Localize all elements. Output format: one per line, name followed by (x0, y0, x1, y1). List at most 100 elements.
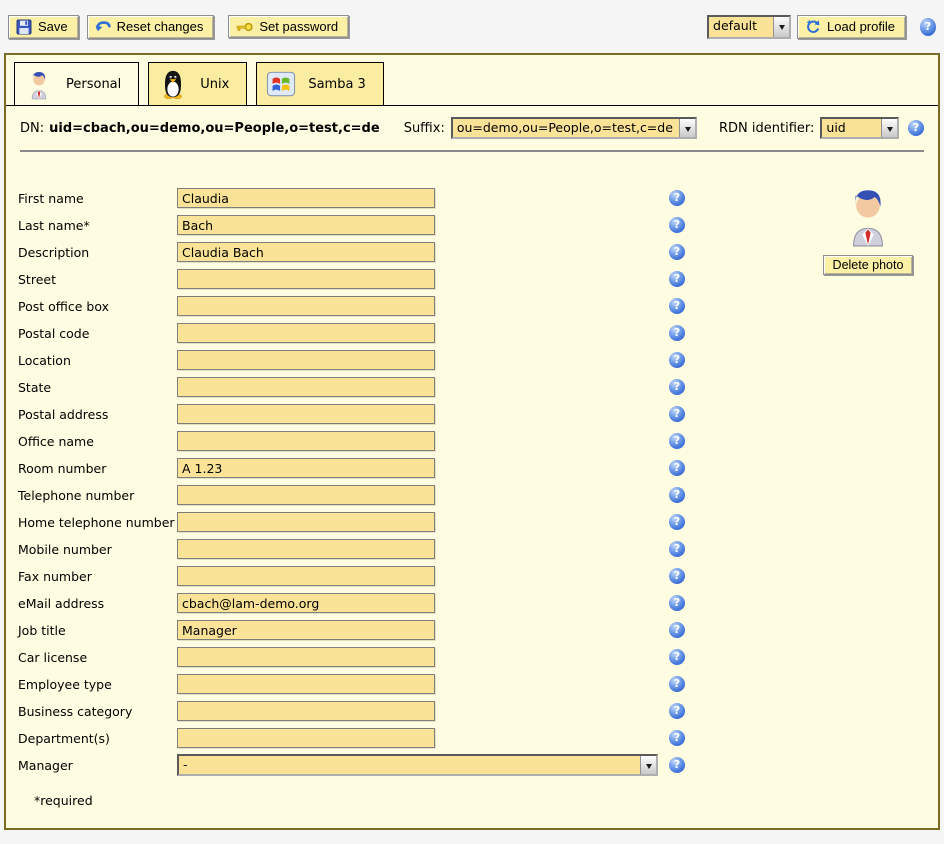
description-input[interactable] (177, 242, 435, 262)
form-row: Department(s)? (18, 728, 938, 748)
rdn-identifier-label: RDN identifier: (719, 121, 814, 136)
form-row: eMail address? (18, 593, 938, 613)
field-label: Description (18, 245, 177, 260)
job-title-input[interactable] (177, 620, 435, 640)
form-row: Postal address? (18, 404, 938, 424)
form-row: First name? (18, 188, 938, 208)
form-row: Post office box? (18, 296, 938, 316)
field-label: Mobile number (18, 542, 177, 557)
form-row: Location? (18, 350, 938, 370)
telephone-number-input[interactable] (177, 485, 435, 505)
tab-unix[interactable]: Unix (148, 62, 247, 105)
set-password-button[interactable]: Set password (228, 15, 349, 38)
profile-select-value: default (709, 17, 773, 37)
help-icon[interactable]: ? (669, 352, 685, 368)
help-icon[interactable]: ? (669, 757, 685, 773)
help-icon[interactable]: ? (669, 622, 685, 638)
help-icon[interactable]: ? (669, 649, 685, 665)
form-row: Postal code? (18, 323, 938, 343)
help-icon[interactable]: ? (669, 244, 685, 260)
last-name-input[interactable] (177, 215, 435, 235)
help-icon[interactable]: ? (669, 568, 685, 584)
windows-logo-icon (266, 69, 296, 99)
email-address-input[interactable] (177, 593, 435, 613)
delete-photo-button[interactable]: Delete photo (823, 255, 914, 275)
chevron-down-icon (881, 119, 897, 137)
load-profile-button[interactable]: Load profile (797, 15, 906, 39)
rdn-select-value: uid (822, 119, 881, 137)
help-icon[interactable]: ? (669, 514, 685, 530)
post-office-box-input[interactable] (177, 296, 435, 316)
chevron-down-icon (640, 756, 656, 774)
help-icon[interactable]: ? (669, 433, 685, 449)
form-row: Street? (18, 269, 938, 289)
dn-label: DN: (20, 121, 44, 136)
help-icon[interactable]: ? (669, 325, 685, 341)
room-number-input[interactable] (177, 458, 435, 478)
personal-form: First name?Last name*?Description?Street… (6, 152, 938, 808)
field-label: Manager (18, 758, 177, 773)
help-icon[interactable]: ? (669, 541, 685, 557)
refresh-icon (805, 19, 821, 35)
help-icon[interactable]: ? (920, 18, 936, 36)
floppy-disk-icon (16, 19, 32, 35)
field-label: Fax number (18, 569, 177, 584)
help-icon[interactable]: ? (669, 190, 685, 206)
help-icon[interactable]: ? (669, 379, 685, 395)
help-icon[interactable]: ? (669, 271, 685, 287)
form-row: Business category? (18, 701, 938, 721)
street-input[interactable] (177, 269, 435, 289)
help-icon[interactable]: ? (669, 217, 685, 233)
form-row: Telephone number? (18, 485, 938, 505)
tab-personal[interactable]: Personal (14, 62, 139, 105)
location-input[interactable] (177, 350, 435, 370)
help-icon[interactable]: ? (669, 487, 685, 503)
module-tabs: Personal Unix Samba 3 (6, 55, 938, 106)
tab-samba3[interactable]: Samba 3 (256, 62, 384, 105)
help-icon[interactable]: ? (669, 730, 685, 746)
home-telephone-number-input[interactable] (177, 512, 435, 532)
help-icon[interactable]: ? (669, 406, 685, 422)
fax-number-input[interactable] (177, 566, 435, 586)
postal-address-input[interactable] (177, 404, 435, 424)
departments-input[interactable] (177, 728, 435, 748)
help-icon[interactable]: ? (669, 703, 685, 719)
form-row: Office name? (18, 431, 938, 451)
user-photo-icon (842, 236, 894, 251)
chevron-down-icon (773, 17, 789, 37)
postal-code-input[interactable] (177, 323, 435, 343)
help-icon[interactable]: ? (669, 460, 685, 476)
car-license-input[interactable] (177, 647, 435, 667)
help-icon[interactable]: ? (669, 595, 685, 611)
field-label: eMail address (18, 596, 177, 611)
form-fields: First name?Last name*?Description?Street… (18, 188, 938, 775)
reset-changes-button[interactable]: Reset changes (87, 15, 215, 39)
profile-select[interactable]: default (707, 15, 791, 39)
suffix-label: Suffix: (404, 121, 445, 136)
suffix-select[interactable]: ou=demo,ou=People,o=test,c=de (451, 117, 697, 139)
employee-type-input[interactable] (177, 674, 435, 694)
help-icon[interactable]: ? (669, 298, 685, 314)
help-icon[interactable]: ? (908, 120, 924, 136)
tab-label: Personal (66, 77, 121, 92)
field-label: Postal address (18, 407, 177, 422)
business-category-input[interactable] (177, 701, 435, 721)
save-button[interactable]: Save (8, 15, 79, 39)
manager-select[interactable]: - (177, 754, 658, 776)
mobile-number-input[interactable] (177, 539, 435, 559)
first-name-input[interactable] (177, 188, 435, 208)
toolbar: Save Reset changes Set password default … (0, 0, 944, 44)
form-row: Fax number? (18, 566, 938, 586)
field-label: Employee type (18, 677, 177, 692)
field-label: Location (18, 353, 177, 368)
field-label: Business category (18, 704, 177, 719)
dn-value: uid=cbach,ou=demo,ou=People,o=test,c=de (49, 121, 380, 136)
state-input[interactable] (177, 377, 435, 397)
field-label: Postal code (18, 326, 177, 341)
office-name-input[interactable] (177, 431, 435, 451)
help-icon[interactable]: ? (669, 676, 685, 692)
tab-label: Samba 3 (308, 77, 366, 92)
rdn-identifier-select[interactable]: uid (820, 117, 899, 139)
field-label: First name (18, 191, 177, 206)
tab-label: Unix (200, 77, 229, 92)
